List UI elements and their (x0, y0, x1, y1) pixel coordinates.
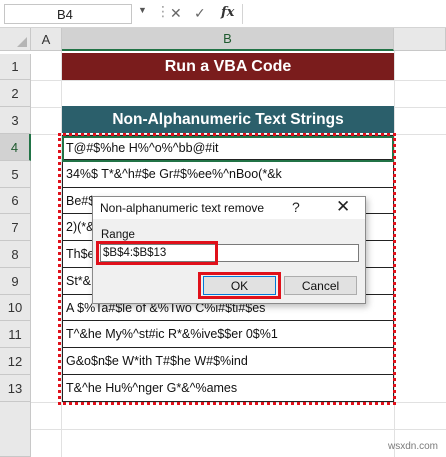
row-header-6[interactable]: 6 (0, 188, 31, 214)
row-header-blank (0, 402, 31, 457)
row-header-10[interactable]: 10 (0, 295, 31, 321)
row-header-1[interactable]: 1 (0, 54, 31, 80)
row-header-4[interactable]: 4 (0, 134, 31, 161)
gridline (31, 429, 446, 430)
row-header-9[interactable]: 9 (0, 268, 31, 295)
cancel-entry-icon[interactable]: ✕ (170, 5, 182, 22)
row-header-3[interactable]: 3 (0, 107, 31, 134)
gridline (31, 402, 446, 403)
cancel-button[interactable]: Cancel (284, 276, 357, 295)
data-cell-b5[interactable]: 34%$ T*&^h#$e Gr#$%ee%^nBoo(*&k (62, 161, 394, 188)
help-icon[interactable]: ? (292, 199, 300, 215)
data-cell-b12[interactable]: G&o$n$e W*ith T#$he W#$%ind (62, 348, 394, 375)
data-cell-b4[interactable]: T@#$%he H%^o%^bb@#it (62, 135, 394, 160)
name-box[interactable]: B4 (4, 4, 132, 24)
row-header-11[interactable]: 11 (0, 321, 31, 348)
row-header-12[interactable]: 12 (0, 348, 31, 375)
vba-title-cell[interactable]: Run a VBA Code (62, 53, 394, 80)
column-header-c[interactable] (394, 28, 446, 51)
row-header-2[interactable]: 2 (0, 80, 31, 107)
range-label: Range (101, 229, 135, 241)
row-header-7[interactable]: 7 (0, 214, 31, 241)
formula-bar: B4 ▼ ⋮ ✕ ✓ fx (0, 0, 446, 28)
non-alphanumeric-remove-dialog: Non-alphanumeric text remove ? ✕ Range $… (92, 196, 366, 304)
name-box-dropdown-icon[interactable]: ▼ (138, 5, 147, 15)
range-input[interactable]: $B$4:$B$13 (100, 244, 359, 262)
confirm-entry-icon[interactable]: ✓ (194, 5, 206, 22)
dialog-titlebar[interactable]: Non-alphanumeric text remove ? ✕ (93, 197, 365, 219)
row-header-8[interactable]: 8 (0, 241, 31, 268)
watermark: wsxdn.com (388, 441, 439, 452)
column-header-b[interactable]: B (62, 28, 394, 51)
dialog-title: Non-alphanumeric text remove (100, 201, 265, 215)
gridline (394, 51, 395, 457)
data-cell-b11[interactable]: T^&he My%^st#ic R*&%ive$$er 0$%1 (62, 321, 394, 348)
close-icon[interactable]: ✕ (336, 197, 350, 217)
data-cell-b13[interactable]: T&^he Hu%^nger G*&^%ames (62, 375, 394, 402)
table-header-cell[interactable]: Non-Alphanumeric Text Strings (62, 106, 394, 133)
select-all-corner[interactable] (0, 28, 31, 51)
ok-button[interactable]: OK (203, 276, 276, 295)
row-header-5[interactable]: 5 (0, 161, 31, 188)
insert-function-icon[interactable]: fx (221, 5, 234, 20)
row-header-13[interactable]: 13 (0, 375, 31, 402)
more-options-icon: ⋮ (156, 3, 170, 19)
select-all-icon (17, 37, 27, 47)
column-header-a[interactable]: A (31, 28, 62, 51)
gridline (31, 80, 446, 81)
formula-input[interactable] (242, 4, 446, 24)
name-box-value: B4 (57, 7, 73, 22)
